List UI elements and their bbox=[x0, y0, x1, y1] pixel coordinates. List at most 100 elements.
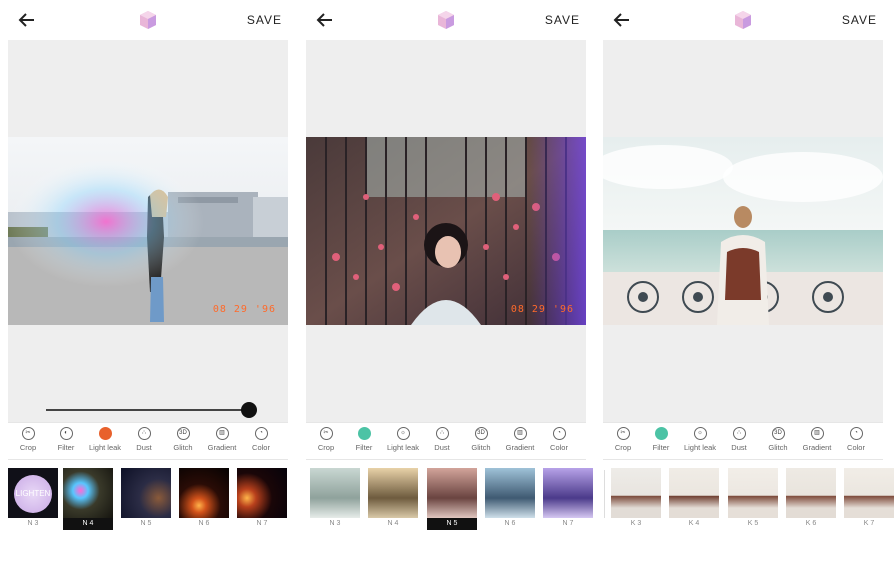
tool-label: Light leak bbox=[88, 443, 122, 452]
preset-thumb[interactable]: N 4 bbox=[368, 468, 418, 530]
light-leak-icon: ☼ bbox=[396, 427, 410, 440]
preset-label: N 7 bbox=[256, 520, 268, 527]
app-logo-icon bbox=[438, 11, 454, 29]
preset-thumb-selected[interactable]: N 4 bbox=[63, 468, 113, 530]
tool-color[interactable]: ◔ Color bbox=[241, 427, 281, 452]
save-button[interactable]: SAVE bbox=[545, 13, 580, 27]
tool-label: Dust bbox=[136, 443, 152, 452]
tool-label: Filter bbox=[57, 443, 75, 452]
preset-label: N 4 bbox=[63, 518, 113, 530]
tool-label: Light leak bbox=[386, 443, 420, 452]
preset-thumb[interactable]: N 5 bbox=[121, 468, 171, 530]
tool-label: Crop bbox=[317, 443, 335, 452]
preset-preview bbox=[669, 468, 719, 518]
preset-preview bbox=[728, 468, 778, 518]
back-arrow-icon[interactable] bbox=[613, 11, 631, 29]
preset-label: N 5 bbox=[427, 518, 477, 530]
tool-gradient[interactable]: ▥ Gradient bbox=[797, 427, 837, 452]
preset-label: K 4 bbox=[688, 520, 700, 527]
slider-track bbox=[46, 409, 251, 411]
tool-light-leak[interactable]: ☼ Light leak bbox=[680, 427, 720, 452]
color-icon: ◔ bbox=[254, 427, 268, 440]
save-button[interactable]: SAVE bbox=[842, 13, 877, 27]
tool-glitch[interactable]: 3D Glitch bbox=[461, 427, 501, 452]
tool-light-leak[interactable]: ☼ Light leak bbox=[383, 427, 423, 452]
intensity-slider[interactable] bbox=[46, 401, 257, 419]
preset-thumb[interactable]: K 3 bbox=[611, 468, 661, 530]
tool-bar: ✂ Crop ◐ Filter Light leak ∴ Dust 3D Glitch … bbox=[8, 422, 288, 460]
tool-gradient[interactable]: ▥ Gradient bbox=[202, 427, 242, 452]
crop-icon: ✂ bbox=[616, 427, 630, 440]
preset-thumb[interactable]: N 7 bbox=[543, 468, 593, 530]
save-button[interactable]: SAVE bbox=[247, 13, 282, 27]
tool-filter[interactable]: Filter bbox=[344, 427, 384, 452]
editor-screen-2: SAVE 08 29 '96 ✂ Crop Filter ☼ Light lea… bbox=[306, 0, 593, 581]
crop-icon: ✂ bbox=[319, 427, 333, 440]
tool-label: Color bbox=[847, 443, 865, 452]
tool-filter[interactable]: Filter bbox=[641, 427, 681, 452]
preset-preview bbox=[427, 468, 477, 518]
editor-screen-1: SAVE 08 29 '96 ✂ Crop ◐ Filter Light lea… bbox=[8, 0, 288, 581]
preset-thumb-selected[interactable]: N 5 bbox=[427, 468, 477, 530]
tool-label: Glitch bbox=[768, 443, 788, 452]
preset-preview bbox=[543, 468, 593, 518]
tool-glitch[interactable]: 3D Glitch bbox=[163, 427, 203, 452]
preset-thumb[interactable]: K 6 bbox=[786, 468, 836, 530]
preset-label: K 3 bbox=[630, 520, 642, 527]
preset-preview bbox=[237, 468, 287, 518]
tool-color[interactable]: ◔ Color bbox=[836, 427, 876, 452]
tool-label: Crop bbox=[614, 443, 632, 452]
filter-icon bbox=[357, 427, 371, 440]
photo-canvas: 08 29 '96 bbox=[306, 40, 586, 422]
back-arrow-icon[interactable] bbox=[316, 11, 334, 29]
tool-label: Color bbox=[252, 443, 270, 452]
tool-bar: ✂ Crop Filter ☼ Light leak ∴ Dust 3D Glitch … bbox=[306, 422, 586, 460]
preset-label: N 7 bbox=[562, 520, 574, 527]
date-stamp: 08 29 '96 bbox=[212, 304, 276, 315]
light-leak-icon bbox=[98, 427, 112, 440]
top-bar: SAVE bbox=[306, 0, 586, 40]
top-bar: SAVE bbox=[603, 0, 883, 40]
preset-preview bbox=[844, 468, 894, 518]
preset-thumb[interactable]: N 7 bbox=[237, 468, 287, 530]
tool-crop[interactable]: ✂ Crop bbox=[306, 427, 346, 452]
preset-strip: N 3 N 4 N 5 N 6 N 7 bbox=[306, 468, 593, 533]
gradient-icon: ▥ bbox=[810, 427, 824, 440]
tool-dust[interactable]: ∴ Dust bbox=[719, 427, 759, 452]
tool-label: Filter bbox=[652, 443, 670, 452]
preset-label: N 5 bbox=[140, 520, 152, 527]
preset-thumb[interactable]: N 3 bbox=[310, 468, 360, 530]
tool-gradient[interactable]: ▥ Gradient bbox=[500, 427, 540, 452]
preset-thumb[interactable]: K 7 bbox=[844, 468, 894, 530]
preset-label: K 7 bbox=[863, 520, 875, 527]
tool-label: Glitch bbox=[471, 443, 491, 452]
tool-crop[interactable]: ✂ Crop bbox=[8, 427, 48, 452]
preset-thumb[interactable]: K 4 bbox=[669, 468, 719, 530]
tool-color[interactable]: ◔ Color bbox=[539, 427, 579, 452]
color-icon: ◔ bbox=[552, 427, 566, 440]
app-logo-icon bbox=[735, 11, 751, 29]
preset-thumb[interactable]: N 6 bbox=[485, 468, 535, 530]
crop-icon: ✂ bbox=[21, 427, 35, 440]
slider-knob[interactable] bbox=[241, 402, 257, 418]
edited-photo: 08 29 '96 bbox=[8, 137, 288, 325]
tool-dust[interactable]: ∴ Dust bbox=[124, 427, 164, 452]
tool-dust[interactable]: ∴ Dust bbox=[422, 427, 462, 452]
tool-bar: ✂ Crop Filter ☼ Light leak ∴ Dust 3D Glitch … bbox=[603, 422, 883, 460]
tool-label: Filter bbox=[355, 443, 373, 452]
preset-strip: K 3 K 4 K 5 K 6 K 7 bbox=[603, 468, 894, 533]
preset-thumb[interactable]: K 5 bbox=[728, 468, 778, 530]
tool-label: Light leak bbox=[683, 443, 717, 452]
tool-filter[interactable]: ◐ Filter bbox=[46, 427, 86, 452]
preset-preview bbox=[179, 468, 229, 518]
tool-glitch[interactable]: 3D Glitch bbox=[758, 427, 798, 452]
preset-thumb[interactable]: N 6 bbox=[179, 468, 229, 530]
back-arrow-icon[interactable] bbox=[18, 11, 36, 29]
preset-preview bbox=[786, 468, 836, 518]
tool-crop[interactable]: ✂ Crop bbox=[603, 427, 643, 452]
tool-light-leak[interactable]: Light leak bbox=[85, 427, 125, 452]
tool-label: Gradient bbox=[802, 443, 832, 452]
tool-label: Dust bbox=[434, 443, 450, 452]
preset-thumb[interactable]: LIGHTEN N 3 bbox=[8, 468, 58, 530]
preset-preview: LIGHTEN bbox=[8, 468, 58, 518]
